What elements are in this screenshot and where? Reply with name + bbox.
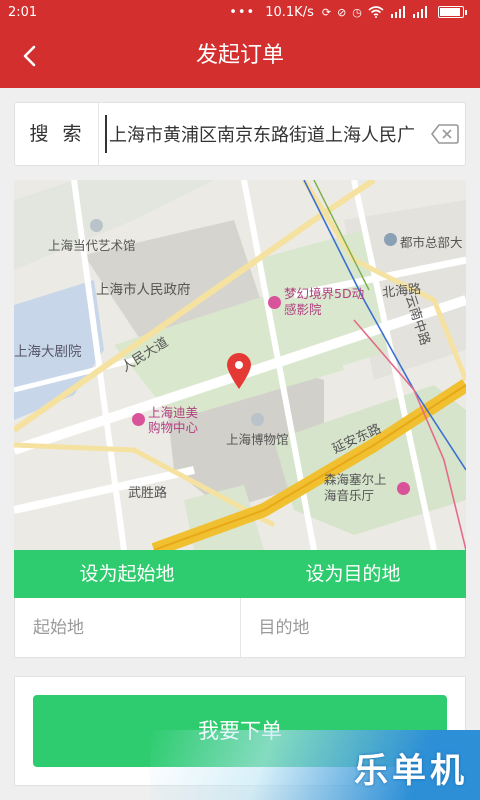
notification-dots: ••• bbox=[229, 4, 256, 20]
route-fields bbox=[14, 598, 466, 658]
shopping-icon bbox=[132, 413, 145, 426]
building-icon bbox=[384, 233, 397, 246]
poi-concert-hall-label: 森海塞尔上海音乐厅 bbox=[324, 472, 387, 503]
alarm-icon: ◷ bbox=[352, 5, 362, 19]
mute-icon: ⊘ bbox=[337, 5, 347, 19]
start-field-wrap bbox=[15, 598, 240, 657]
poi-diemei[interactable]: 上海迪美购物中心 bbox=[132, 405, 206, 435]
start-field[interactable] bbox=[33, 608, 230, 648]
page-title: 发起订单 bbox=[195, 43, 284, 68]
clear-input-button[interactable] bbox=[430, 123, 459, 145]
poi-concert-hall[interactable]: 森海塞尔上海音乐厅 bbox=[324, 472, 410, 504]
poi-art-museum[interactable]: 上海当代艺术馆 bbox=[48, 218, 136, 254]
museum-icon bbox=[250, 413, 264, 426]
sync-icon: ⟳ bbox=[321, 5, 332, 19]
set-destination-button[interactable]: 设为目的地 bbox=[240, 550, 466, 598]
set-start-button[interactable]: 设为起始地 bbox=[14, 550, 240, 598]
map-marker[interactable] bbox=[226, 352, 252, 390]
poi-urban-hq-label: 都市总部大 bbox=[400, 235, 463, 250]
cinema-icon bbox=[268, 296, 281, 309]
concert-icon bbox=[397, 482, 410, 495]
status-icons: ⟳ ⊘ ◷ bbox=[321, 5, 467, 19]
title-bar: 发起订单 bbox=[0, 24, 480, 88]
location-actions: 设为起始地 设为目的地 bbox=[14, 550, 466, 598]
status-time: 2:01 bbox=[8, 4, 38, 20]
poi-art-museum-label: 上海当代艺术馆 bbox=[48, 238, 136, 253]
label-theatre: 上海大剧院 bbox=[14, 344, 82, 360]
poi-diemei-label: 上海迪美购物中心 bbox=[148, 405, 199, 435]
search-label: 搜索 bbox=[15, 103, 99, 165]
road-wusheng: 武胜路 bbox=[128, 486, 168, 501]
status-bar: 2:01 ••• 10.1K/s ⟳ ⊘ ◷ bbox=[0, 0, 480, 24]
battery-icon bbox=[437, 6, 467, 18]
watermark-text: 乐单机 bbox=[354, 751, 468, 791]
clear-input-icon bbox=[430, 124, 459, 144]
watermark: 乐单机 bbox=[150, 730, 480, 800]
poi-5d-cinema-label: 梦幻境界5D动感影院 bbox=[284, 286, 365, 317]
signal-icon-2 bbox=[412, 6, 427, 18]
poi-urban-hq[interactable]: 都市总部大 bbox=[384, 232, 463, 251]
wifi-icon bbox=[368, 6, 384, 18]
destination-field[interactable] bbox=[258, 608, 455, 648]
search-input[interactable] bbox=[105, 115, 435, 153]
signal-icon bbox=[390, 6, 405, 18]
museum-icon bbox=[90, 219, 103, 232]
search-box: 搜索 bbox=[14, 102, 466, 166]
label-gov: 上海市人民政府 bbox=[96, 282, 191, 298]
map-marker-icon bbox=[227, 353, 251, 389]
map-view[interactable]: 上海市人民政府 上海当代艺术馆 上海大剧院 梦幻境界5D动感影院 都市总部大 上… bbox=[14, 180, 466, 550]
poi-5d-cinema[interactable]: 梦幻境界5D动感影院 bbox=[268, 286, 370, 318]
poi-museum-label: 上海博物馆 bbox=[226, 432, 289, 447]
destination-field-wrap bbox=[239, 598, 466, 657]
network-speed: 10.1K/s bbox=[265, 4, 314, 20]
poi-museum[interactable]: 上海博物馆 bbox=[226, 412, 289, 448]
